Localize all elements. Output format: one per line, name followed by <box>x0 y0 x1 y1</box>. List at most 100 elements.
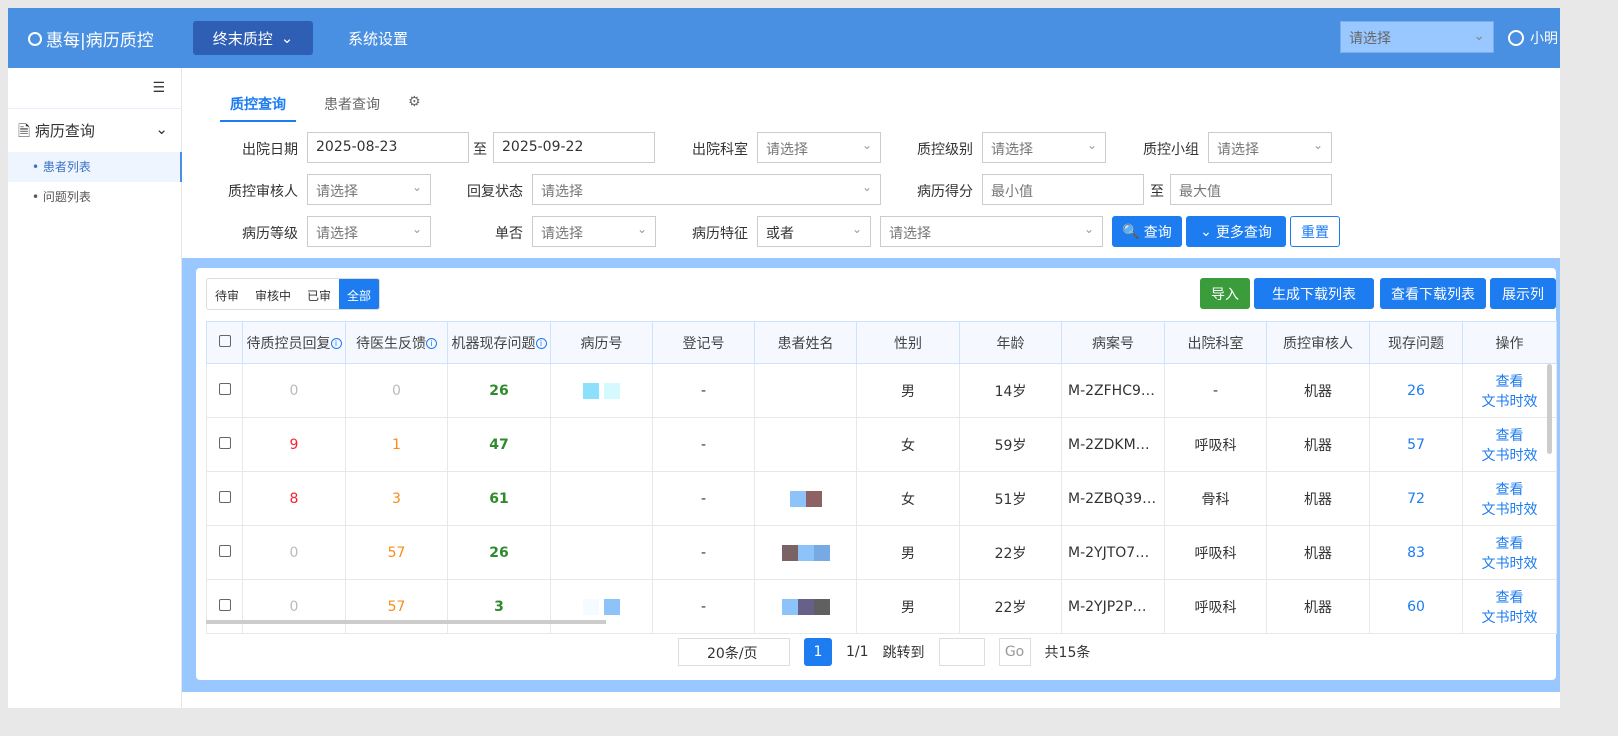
gear-icon[interactable]: ⚙ <box>408 94 421 122</box>
user-menu[interactable]: 小明 <box>1508 28 1558 48</box>
import-button[interactable]: 导入 <box>1200 278 1250 309</box>
view-link[interactable]: 查看 <box>1463 587 1556 607</box>
cell-text[interactable]: 57 <box>1407 437 1425 453</box>
status-tab-all[interactable]: 全部 <box>339 279 380 309</box>
feature-op-select[interactable]: 或者 ⌄ <box>757 216 871 247</box>
chevron-down-icon: ⌄ <box>280 29 294 47</box>
nav-terminal-qc[interactable]: 终末质控 ⌄ <box>193 21 313 55</box>
user-name: 小明 <box>1530 31 1558 47</box>
header-label: 年龄 <box>996 335 1025 352</box>
select-all-checkbox[interactable] <box>206 321 243 364</box>
info-icon[interactable]: i <box>426 338 437 349</box>
cell-text[interactable]: 26 <box>1407 383 1425 399</box>
header-label: 质控审核人 <box>1283 335 1353 352</box>
view-link[interactable]: 查看 <box>1463 479 1556 499</box>
sidebar-item-issue-list[interactable]: • 问题列表 <box>8 182 182 212</box>
status-tab-reviewed[interactable]: 已审 <box>299 279 339 309</box>
cell-pending-doctor: 57 <box>345 579 448 634</box>
row-checkbox[interactable] <box>206 471 243 526</box>
status-tab-pending[interactable]: 待审 <box>207 279 247 309</box>
cell-text[interactable]: 72 <box>1407 491 1425 507</box>
table-row[interactable]: 8 3 61 - 女 51岁 M-2ZBQ39… 骨科 机器 72 查看 文书时效 <box>206 471 1557 526</box>
status-tab-reviewing[interactable]: 审核中 <box>247 279 299 309</box>
column-header: 病历号 <box>550 321 653 364</box>
cell-text[interactable]: 60 <box>1407 599 1425 615</box>
reply-status-select[interactable]: 请选择 ⌄ <box>532 174 881 205</box>
generate-download-list-button[interactable]: 生成下载列表 <box>1254 278 1374 309</box>
cell-record-no <box>550 525 653 580</box>
info-icon[interactable]: i <box>535 338 547 349</box>
table-row[interactable]: 9 1 47 - 女 59岁 M-2ZDKM… 呼吸科 机器 57 查看 文书时效 <box>206 417 1557 472</box>
label-discharge-date: 出院日期 <box>242 142 298 158</box>
jump-page-input[interactable] <box>938 638 985 666</box>
tab-patient-query[interactable]: 患者查询 <box>324 94 380 122</box>
doc-timeliness-link[interactable]: 文书时效 <box>1463 553 1556 573</box>
reviewer-select[interactable]: 请选择 ⌄ <box>307 174 431 205</box>
cell-actions: 查看 文书时效 <box>1462 363 1557 418</box>
cell-patient-name <box>754 417 857 472</box>
row-checkbox[interactable] <box>206 363 243 418</box>
vertical-scrollbar[interactable] <box>1547 364 1552 454</box>
header-label: 待质控员回复 <box>246 335 331 352</box>
doc-timeliness-link[interactable]: 文书时效 <box>1463 499 1556 519</box>
nav-system-settings[interactable]: 系统设置 <box>348 28 408 49</box>
page-size-select[interactable]: 20条/页 <box>678 638 790 666</box>
date-to-input[interactable]: 2025-09-22 <box>493 132 655 163</box>
header-label: 现存问题 <box>1388 335 1444 352</box>
select-value: 请选择 <box>766 142 808 158</box>
cell-dept: 呼吸科 <box>1164 417 1267 472</box>
sidebar-item-patient-list[interactable]: • 患者列表 <box>8 152 182 182</box>
single-select[interactable]: 请选择 ⌄ <box>532 216 656 247</box>
table-row[interactable]: 0 57 26 - 男 22岁 M-2YJTO7… 呼吸科 机器 83 查看 文书时效 <box>206 525 1557 580</box>
doc-timeliness-link[interactable]: 文书时效 <box>1463 607 1556 627</box>
table-row[interactable]: 0 57 3 - 男 22岁 M-2YJP2P… 呼吸科 机器 60 查看 文书时效 <box>206 579 1557 634</box>
cell-sex: 男 <box>856 579 960 634</box>
cell-text[interactable]: 83 <box>1407 545 1425 561</box>
info-icon[interactable]: i <box>330 338 342 349</box>
cell-text: 呼吸科 <box>1194 545 1237 562</box>
sidebar: ☰ 🗎 病历查询 ⌄ • 患者列表 • 问题列表 <box>8 68 182 708</box>
status-segment: 待审 审核中 已审 全部 <box>206 278 381 310</box>
search-button[interactable]: 🔍 查询 <box>1112 216 1182 247</box>
view-download-list-button[interactable]: 查看下载列表 <box>1380 278 1486 309</box>
cell-text: - <box>700 436 707 453</box>
row-checkbox[interactable] <box>206 525 243 580</box>
horizontal-scrollbar[interactable] <box>206 620 606 624</box>
sidebar-group-records[interactable]: 🗎 病历查询 ⌄ <box>18 120 168 146</box>
tab-qc-query[interactable]: 质控查询 <box>220 94 296 122</box>
date-from-input[interactable]: 2025-08-23 <box>307 132 469 163</box>
qc-level-select[interactable]: 请选择 ⌄ <box>982 132 1106 163</box>
score-separator: 至 <box>1150 184 1164 200</box>
logo-text: 惠每|病历质控 <box>46 31 154 51</box>
header-label: 病案号 <box>1092 335 1134 352</box>
reset-button[interactable]: 重置 <box>1290 216 1340 247</box>
page-1-button[interactable]: 1 <box>804 638 832 666</box>
score-max-input[interactable]: 最大值 <box>1170 174 1332 205</box>
column-header: 患者姓名 <box>754 321 857 364</box>
cell-text: 呼吸科 <box>1194 599 1237 616</box>
qc-group-select[interactable]: 请选择 ⌄ <box>1208 132 1332 163</box>
feature-select[interactable]: 请选择 ⌄ <box>880 216 1103 247</box>
doc-timeliness-link[interactable]: 文书时效 <box>1463 391 1556 411</box>
cell-sex: 女 <box>856 471 960 526</box>
divider <box>8 108 181 109</box>
collapse-menu-icon[interactable]: ☰ <box>152 80 165 96</box>
view-link[interactable]: 查看 <box>1463 425 1556 445</box>
score-min-input[interactable]: 最小值 <box>982 174 1144 205</box>
doc-timeliness-link[interactable]: 文书时效 <box>1463 445 1556 465</box>
grade-select[interactable]: 请选择 ⌄ <box>307 216 431 247</box>
user-avatar-icon <box>1508 30 1524 46</box>
view-link[interactable]: 查看 <box>1463 533 1556 553</box>
row-checkbox[interactable] <box>206 417 243 472</box>
logo-icon <box>28 31 42 46</box>
more-query-button[interactable]: ⌄ 更多查询 <box>1186 216 1286 247</box>
go-button[interactable]: Go <box>998 638 1031 666</box>
row-checkbox[interactable] <box>206 579 243 634</box>
cell-current-issues: 83 <box>1369 525 1463 580</box>
table-row[interactable]: 0 0 26 - 男 14岁 M-2ZFHC9… - 机器 26 查看 文书时效 <box>206 363 1557 418</box>
dept-select[interactable]: 请选择 ⌄ <box>757 132 881 163</box>
show-columns-button[interactable]: 展示列 <box>1490 278 1556 309</box>
cell-text: 0 <box>289 598 299 615</box>
view-link[interactable]: 查看 <box>1463 371 1556 391</box>
header-select[interactable]: 请选择 ⌄ <box>1340 21 1494 53</box>
